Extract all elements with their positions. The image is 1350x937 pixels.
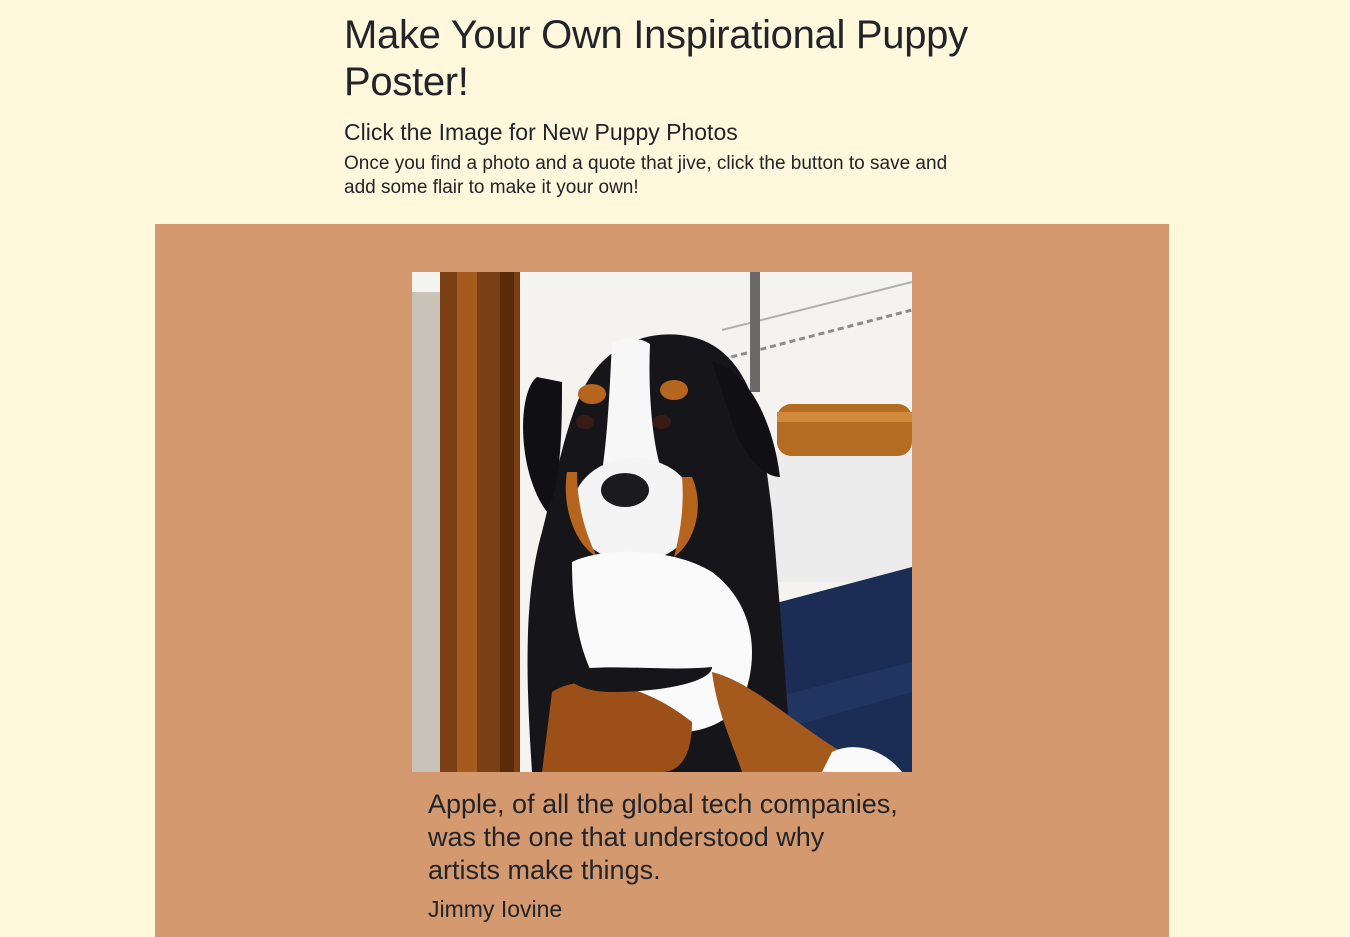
instructions-text: Once you find a photo and a quote that j… <box>344 153 948 198</box>
page-title: Make Your Own Inspirational Puppy Poster… <box>344 13 968 104</box>
page-header: Make Your Own Inspirational Puppy Poster… <box>344 12 984 200</box>
puppy-photo[interactable] <box>412 272 912 772</box>
page-subtitle: Click the Image for New Puppy Photos <box>344 119 738 145</box>
puppy-photo-icon <box>412 272 912 772</box>
poster-quote: Apple, of all the global tech companies,… <box>428 789 898 885</box>
poster-quote-author: Jimmy Iovine <box>428 896 563 922</box>
poster: Apple, of all the global tech companies,… <box>155 224 1169 937</box>
